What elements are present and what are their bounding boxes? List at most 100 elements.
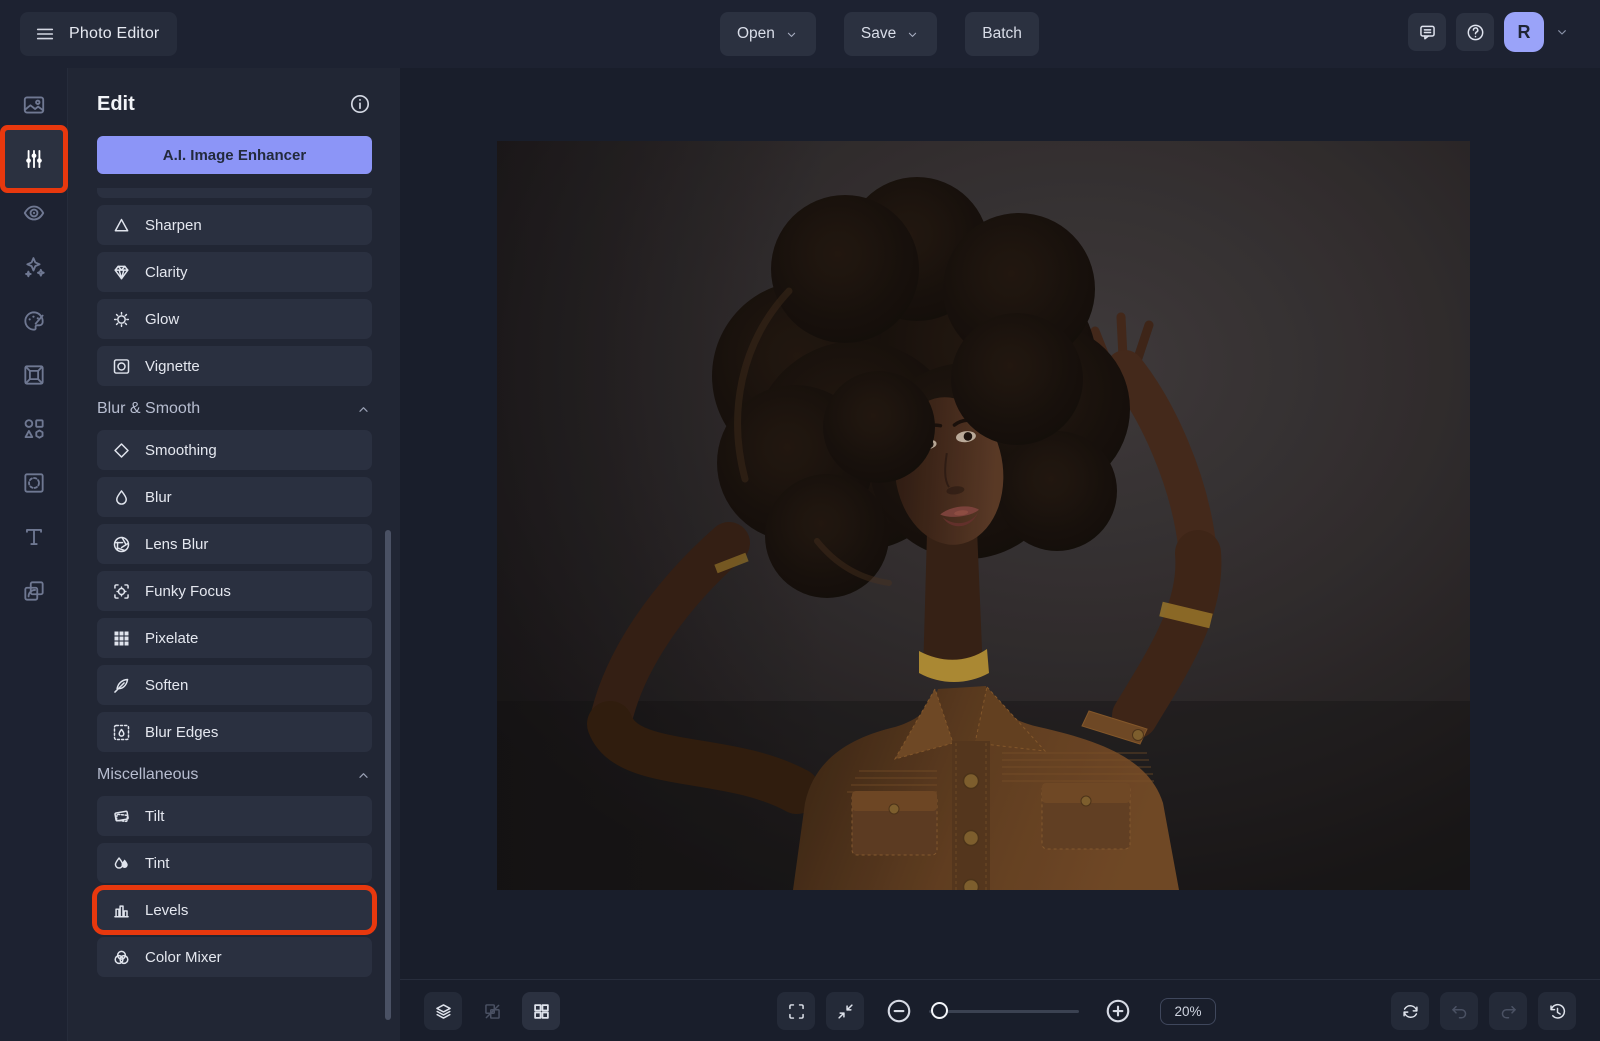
rail-item-artsy[interactable] <box>7 294 61 348</box>
rail-item-touch-up[interactable] <box>7 186 61 240</box>
bluredges-icon <box>111 722 132 743</box>
rail-item-frames[interactable] <box>7 348 61 402</box>
fullscreen-button[interactable] <box>777 992 815 1030</box>
edit-tool-funky-focus[interactable]: Funky Focus <box>97 571 372 611</box>
frame-icon <box>21 362 47 388</box>
app-title: Photo Editor <box>69 25 160 42</box>
edit-tool-vignette[interactable]: Vignette <box>97 346 372 386</box>
edit-tool-lens-blur[interactable]: Lens Blur <box>97 524 372 564</box>
tool-label: Tilt <box>145 807 165 825</box>
open-button[interactable]: Open <box>720 12 816 56</box>
compare-button[interactable] <box>473 992 511 1030</box>
redo-button[interactable] <box>1489 992 1527 1030</box>
zoom-level-value[interactable]: 20% <box>1160 997 1216 1025</box>
edit-tool-clarity[interactable]: Clarity <box>97 252 372 292</box>
feedback-icon <box>1417 22 1438 43</box>
save-button[interactable]: Save <box>843 12 938 56</box>
undo-button[interactable] <box>1440 992 1478 1030</box>
text-icon <box>21 524 47 550</box>
history-controls <box>1391 980 1576 1041</box>
rail-item-textures[interactable] <box>7 564 61 618</box>
portrait-photo <box>497 141 1470 896</box>
tool-label: Blur <box>145 488 172 506</box>
zoom-slider[interactable] <box>929 1001 1079 1021</box>
history-button[interactable] <box>1538 992 1576 1030</box>
avatar[interactable]: R <box>1504 12 1544 52</box>
fit-to-screen-button[interactable] <box>826 992 864 1030</box>
edit-tool-pixelate[interactable]: Pixelate <box>97 618 372 658</box>
file-actions: Open Save Batch <box>720 12 1039 56</box>
account-chevron-down-icon[interactable] <box>1554 24 1570 40</box>
edit-panel: Edit A.I. Image Enhancer Sharpen Clarity G… <box>68 68 400 1041</box>
edit-tool-tilt[interactable]: Tilt <box>97 796 372 836</box>
zoom-out-button[interactable] <box>884 996 914 1026</box>
layers-button[interactable] <box>424 992 462 1030</box>
edit-tool-tint[interactable]: Tint <box>97 843 372 883</box>
shapes-icon <box>21 416 47 442</box>
zoom-in-button[interactable] <box>1103 996 1133 1026</box>
grid9-icon <box>111 628 132 649</box>
edit-tool-soften[interactable]: Soften <box>97 665 372 705</box>
chevron-down-icon <box>905 27 920 42</box>
group-header-label: Blur & Smooth <box>97 400 201 417</box>
edit-tool-list: Sharpen Clarity Glow Vignette Blur & Smooth S… <box>68 188 400 977</box>
rail-item-text[interactable] <box>7 510 61 564</box>
history-icon <box>1547 1001 1568 1022</box>
grid-view-button[interactable] <box>522 992 560 1030</box>
canvas-toolbar: 20% <box>400 979 1600 1041</box>
redo-icon <box>1498 1001 1519 1022</box>
tint-icon <box>111 853 132 874</box>
ai-image-enhancer-button[interactable]: A.I. Image Enhancer <box>97 136 372 174</box>
feather-icon <box>111 675 132 696</box>
rail-item-effects[interactable] <box>7 240 61 294</box>
batch-button[interactable]: Batch <box>965 12 1039 56</box>
edit-tool-sharpen[interactable]: Sharpen <box>97 205 372 245</box>
help-button[interactable] <box>1456 13 1494 51</box>
reset-button[interactable] <box>1391 992 1429 1030</box>
tool-label: Clarity <box>145 263 188 281</box>
rail-item-edit[interactable] <box>4 130 63 188</box>
help-icon <box>1465 22 1486 43</box>
group-header-label: Miscellaneous <box>97 766 199 783</box>
group-header-miscellaneous[interactable]: Miscellaneous <box>97 766 372 784</box>
group-header-blur-smooth[interactable]: Blur & Smooth <box>97 400 372 418</box>
rail-item-overlays[interactable] <box>7 456 61 510</box>
overlay-icon <box>21 470 47 496</box>
focus-icon <box>111 581 132 602</box>
edit-tool-color-mixer[interactable]: Color Mixer <box>97 937 372 977</box>
panel-scrollbar[interactable] <box>385 530 391 1020</box>
chevron-down-icon <box>784 27 799 42</box>
edit-tool-glow[interactable]: Glow <box>97 299 372 339</box>
tool-label: Tint <box>145 854 170 872</box>
edit-tool-partial[interactable] <box>97 188 372 198</box>
undo-icon <box>1449 1001 1470 1022</box>
rail-item-photo-manager[interactable] <box>7 78 61 132</box>
hamburger-icon <box>34 23 56 45</box>
main-menu-button[interactable]: Photo Editor <box>20 12 178 56</box>
zoom-controls: 20% <box>777 980 1216 1041</box>
tool-label: Lens Blur <box>145 535 209 553</box>
tool-label: Funky Focus <box>145 582 231 600</box>
colormixer-icon <box>111 947 132 968</box>
rail-item-graphics[interactable] <box>7 402 61 456</box>
tool-label: Smoothing <box>145 441 217 459</box>
edit-tool-smoothing[interactable]: Smoothing <box>97 430 372 470</box>
edit-tool-blur[interactable]: Blur <box>97 477 372 517</box>
info-icon[interactable] <box>348 92 372 116</box>
grid-view-icon <box>531 1001 552 1022</box>
tilt-icon <box>111 806 132 827</box>
edit-tool-blur-edges[interactable]: Blur Edges <box>97 712 372 752</box>
triangle-icon <box>111 215 132 236</box>
tool-label: Sharpen <box>145 216 202 234</box>
feedback-button[interactable] <box>1408 13 1446 51</box>
zoom-slider-track[interactable] <box>929 1009 1079 1013</box>
tool-label: Pixelate <box>145 629 199 647</box>
gem-icon <box>111 262 132 283</box>
levels-icon <box>111 900 132 921</box>
zoom-slider-knob[interactable] <box>931 1002 948 1019</box>
edit-tool-levels[interactable]: Levels <box>97 890 372 930</box>
tool-rail <box>0 68 68 1041</box>
droplet-icon <box>111 487 132 508</box>
diamond-icon <box>111 440 132 461</box>
palette-icon <box>21 308 47 334</box>
